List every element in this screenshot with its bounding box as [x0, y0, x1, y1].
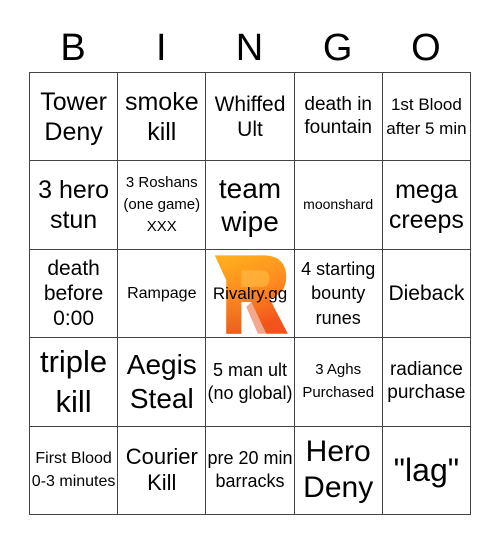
cell-text: Dieback: [388, 281, 465, 305]
bingo-cell[interactable]: pre 20 min barracks: [206, 426, 295, 515]
bingo-cell[interactable]: mega creeps: [382, 161, 471, 250]
cell-text: 1st Blood after 5 min: [386, 94, 467, 138]
cell-text: mega creeps: [388, 176, 464, 235]
bingo-cell[interactable]: Courier Kill: [118, 426, 207, 515]
header-letter-b: B: [60, 27, 86, 69]
cell-text: 5 man ult (no global): [207, 359, 293, 403]
cell-text: 3 Roshans (one game) XXX: [123, 174, 201, 235]
cell-text: "lag": [393, 452, 460, 489]
bingo-cell[interactable]: "lag": [382, 426, 471, 515]
cell-text: Rampage: [127, 284, 197, 302]
bingo-cell[interactable]: death before 0:00: [30, 249, 119, 339]
cell-text: Courier Kill: [125, 443, 198, 496]
bingo-cell[interactable]: team wipe: [206, 161, 295, 250]
bingo-cell[interactable]: 4 starting bounty runes: [294, 249, 383, 339]
bingo-cell[interactable]: 3 Aghs Purchased: [294, 338, 383, 427]
header-letter-i: I: [156, 27, 167, 69]
header-letter-o: O: [411, 27, 441, 69]
cell-text: Whiffed Ult: [214, 92, 286, 141]
bingo-cell[interactable]: death in fountain: [294, 73, 383, 162]
cell-text: death in fountain: [304, 93, 372, 138]
cell-text: radiance purchase: [387, 359, 466, 403]
cell-text: Hero Deny: [303, 435, 374, 505]
cell-text: team wipe: [218, 172, 282, 238]
bingo-cell[interactable]: radiance purchase: [382, 338, 471, 427]
bingo-cell[interactable]: First Blood 0-3 minutes: [30, 426, 119, 515]
cell-text: pre 20 min barracks: [207, 447, 293, 492]
free-space-label: Rivalry.gg: [212, 283, 288, 303]
bingo-cell[interactable]: Dieback: [382, 249, 471, 339]
cell-text: 4 starting bounty runes: [301, 259, 376, 328]
cell-text: First Blood 0-3 minutes: [31, 450, 116, 491]
cell-text: moonshard: [303, 196, 374, 213]
cell-text: 3 Aghs Purchased: [302, 361, 375, 401]
header-letter-n: N: [235, 27, 264, 69]
bingo-cell[interactable]: Hero Deny: [294, 426, 383, 515]
bingo-cell[interactable]: Whiffed Ult: [206, 73, 295, 162]
bingo-cell[interactable]: Rampage: [118, 249, 207, 339]
cell-text: smoke kill: [124, 87, 199, 146]
cell-text: 3 hero stun: [38, 176, 110, 235]
free-space-cell[interactable]: Rivalry.gg: [206, 249, 295, 339]
bingo-cell[interactable]: Tower Deny: [30, 73, 119, 162]
bingo-cell[interactable]: moonshard: [294, 161, 383, 250]
cell-text: triple kill: [39, 343, 108, 419]
cell-text: Aegis Steal: [126, 349, 197, 414]
bingo-cell[interactable]: Aegis Steal: [118, 338, 207, 427]
bingo-cell[interactable]: smoke kill: [118, 73, 207, 162]
cell-text: Tower Deny: [40, 87, 107, 146]
bingo-cell[interactable]: 5 man ult (no global): [206, 338, 295, 427]
bingo-header: B I N G O: [29, 24, 470, 72]
bingo-cell[interactable]: 1st Blood after 5 min: [382, 73, 471, 162]
header-letter-g: G: [322, 27, 353, 69]
bingo-cell[interactable]: 3 hero stun: [30, 161, 119, 250]
cell-text: death before 0:00: [43, 256, 104, 331]
bingo-board: Tower Deny smoke kill Whiffed Ult death …: [29, 72, 471, 515]
bingo-cell[interactable]: 3 Roshans (one game) XXX: [118, 161, 207, 250]
bingo-cell[interactable]: triple kill: [30, 338, 119, 427]
